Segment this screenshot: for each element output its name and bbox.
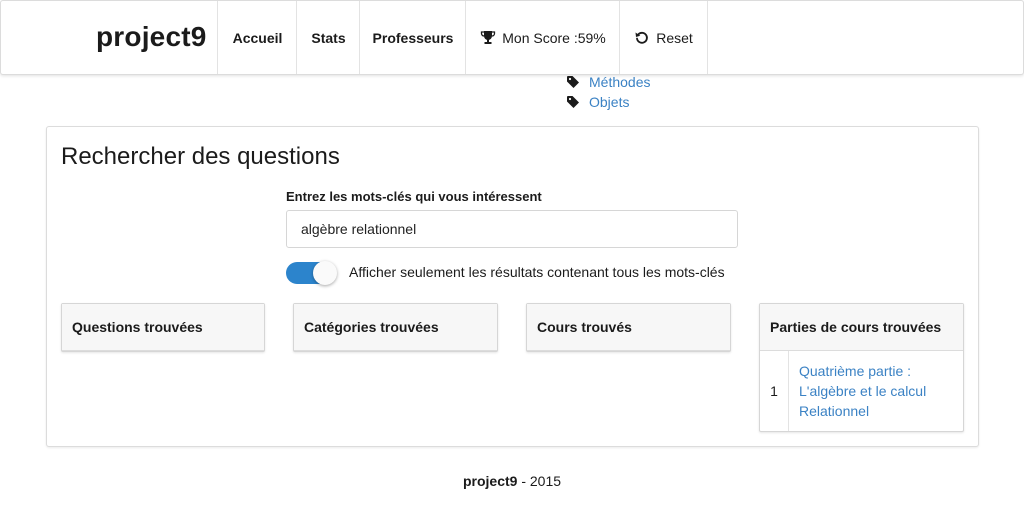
nav-reset[interactable]: Reset bbox=[619, 1, 708, 74]
questions-results-box: Questions trouvées bbox=[61, 303, 265, 352]
nav-mon-score[interactable]: Mon Score :59% bbox=[465, 1, 620, 74]
tag-item-methodes[interactable]: Méthodes bbox=[567, 72, 650, 92]
tag-item-objets[interactable]: Objets bbox=[567, 92, 650, 112]
result-link-quatrieme-partie[interactable]: Quatrième partie : L'algèbre et le calcu… bbox=[789, 351, 936, 431]
cours-results-header: Cours trouvés bbox=[527, 304, 730, 351]
footer-brand: project9 bbox=[462, 473, 518, 489]
categories-results-box: Catégories trouvées bbox=[293, 303, 498, 352]
nav-reset-label: Reset bbox=[656, 29, 693, 46]
questions-results-header: Questions trouvées bbox=[62, 304, 264, 351]
tag-icon bbox=[567, 76, 579, 88]
undo-icon bbox=[635, 31, 649, 44]
brand-logo[interactable]: project9 bbox=[96, 21, 207, 53]
parties-results-header: Parties de cours trouvées bbox=[760, 304, 963, 351]
nav-accueil[interactable]: Accueil bbox=[217, 1, 297, 74]
nav-stats[interactable]: Stats bbox=[296, 1, 360, 74]
result-link-line[interactable]: L'algèbre et le calcul bbox=[799, 381, 926, 401]
trophy-icon bbox=[481, 30, 496, 44]
all-keywords-toggle[interactable] bbox=[286, 261, 337, 285]
table-row: 1 Quatrième partie : L'algèbre et le cal… bbox=[760, 351, 963, 431]
nav-accueil-label: Accueil bbox=[232, 29, 283, 46]
categories-results-header: Catégories trouvées bbox=[294, 304, 497, 351]
search-input[interactable] bbox=[286, 210, 738, 248]
result-link-line[interactable]: Quatrième partie : bbox=[799, 361, 926, 381]
search-label: Entrez les mots-clés qui vous intéressen… bbox=[286, 189, 542, 204]
search-panel: Rechercher des questions Entrez les mots… bbox=[46, 126, 979, 447]
nav-professeurs[interactable]: Professeurs bbox=[359, 1, 466, 74]
parties-results-box: Parties de cours trouvées 1 Quatrième pa… bbox=[759, 303, 964, 432]
footer-year: - 2015 bbox=[517, 473, 562, 489]
result-link-line[interactable]: Relationnel bbox=[799, 401, 926, 421]
tag-list: Méthodes Objets bbox=[567, 72, 650, 112]
page-title: Rechercher des questions bbox=[61, 143, 340, 170]
tag-icon bbox=[567, 96, 579, 108]
nav-professeurs-label: Professeurs bbox=[372, 29, 454, 46]
toggle-label: Afficher seulement les résultats contena… bbox=[349, 264, 725, 280]
tag-link-objets[interactable]: Objets bbox=[589, 94, 629, 110]
nav-stats-label: Stats bbox=[311, 29, 346, 46]
toggle-knob[interactable] bbox=[313, 261, 337, 285]
tag-link-methodes[interactable]: Méthodes bbox=[589, 74, 650, 90]
footer: project9 - 2015 bbox=[0, 473, 1024, 489]
cours-results-box: Cours trouvés bbox=[526, 303, 731, 352]
result-number: 1 bbox=[760, 351, 789, 431]
nav-mon-score-label: Mon Score :59% bbox=[502, 29, 606, 46]
top-navbar: project9 Accueil Stats Professeurs Mon S… bbox=[0, 0, 1024, 75]
